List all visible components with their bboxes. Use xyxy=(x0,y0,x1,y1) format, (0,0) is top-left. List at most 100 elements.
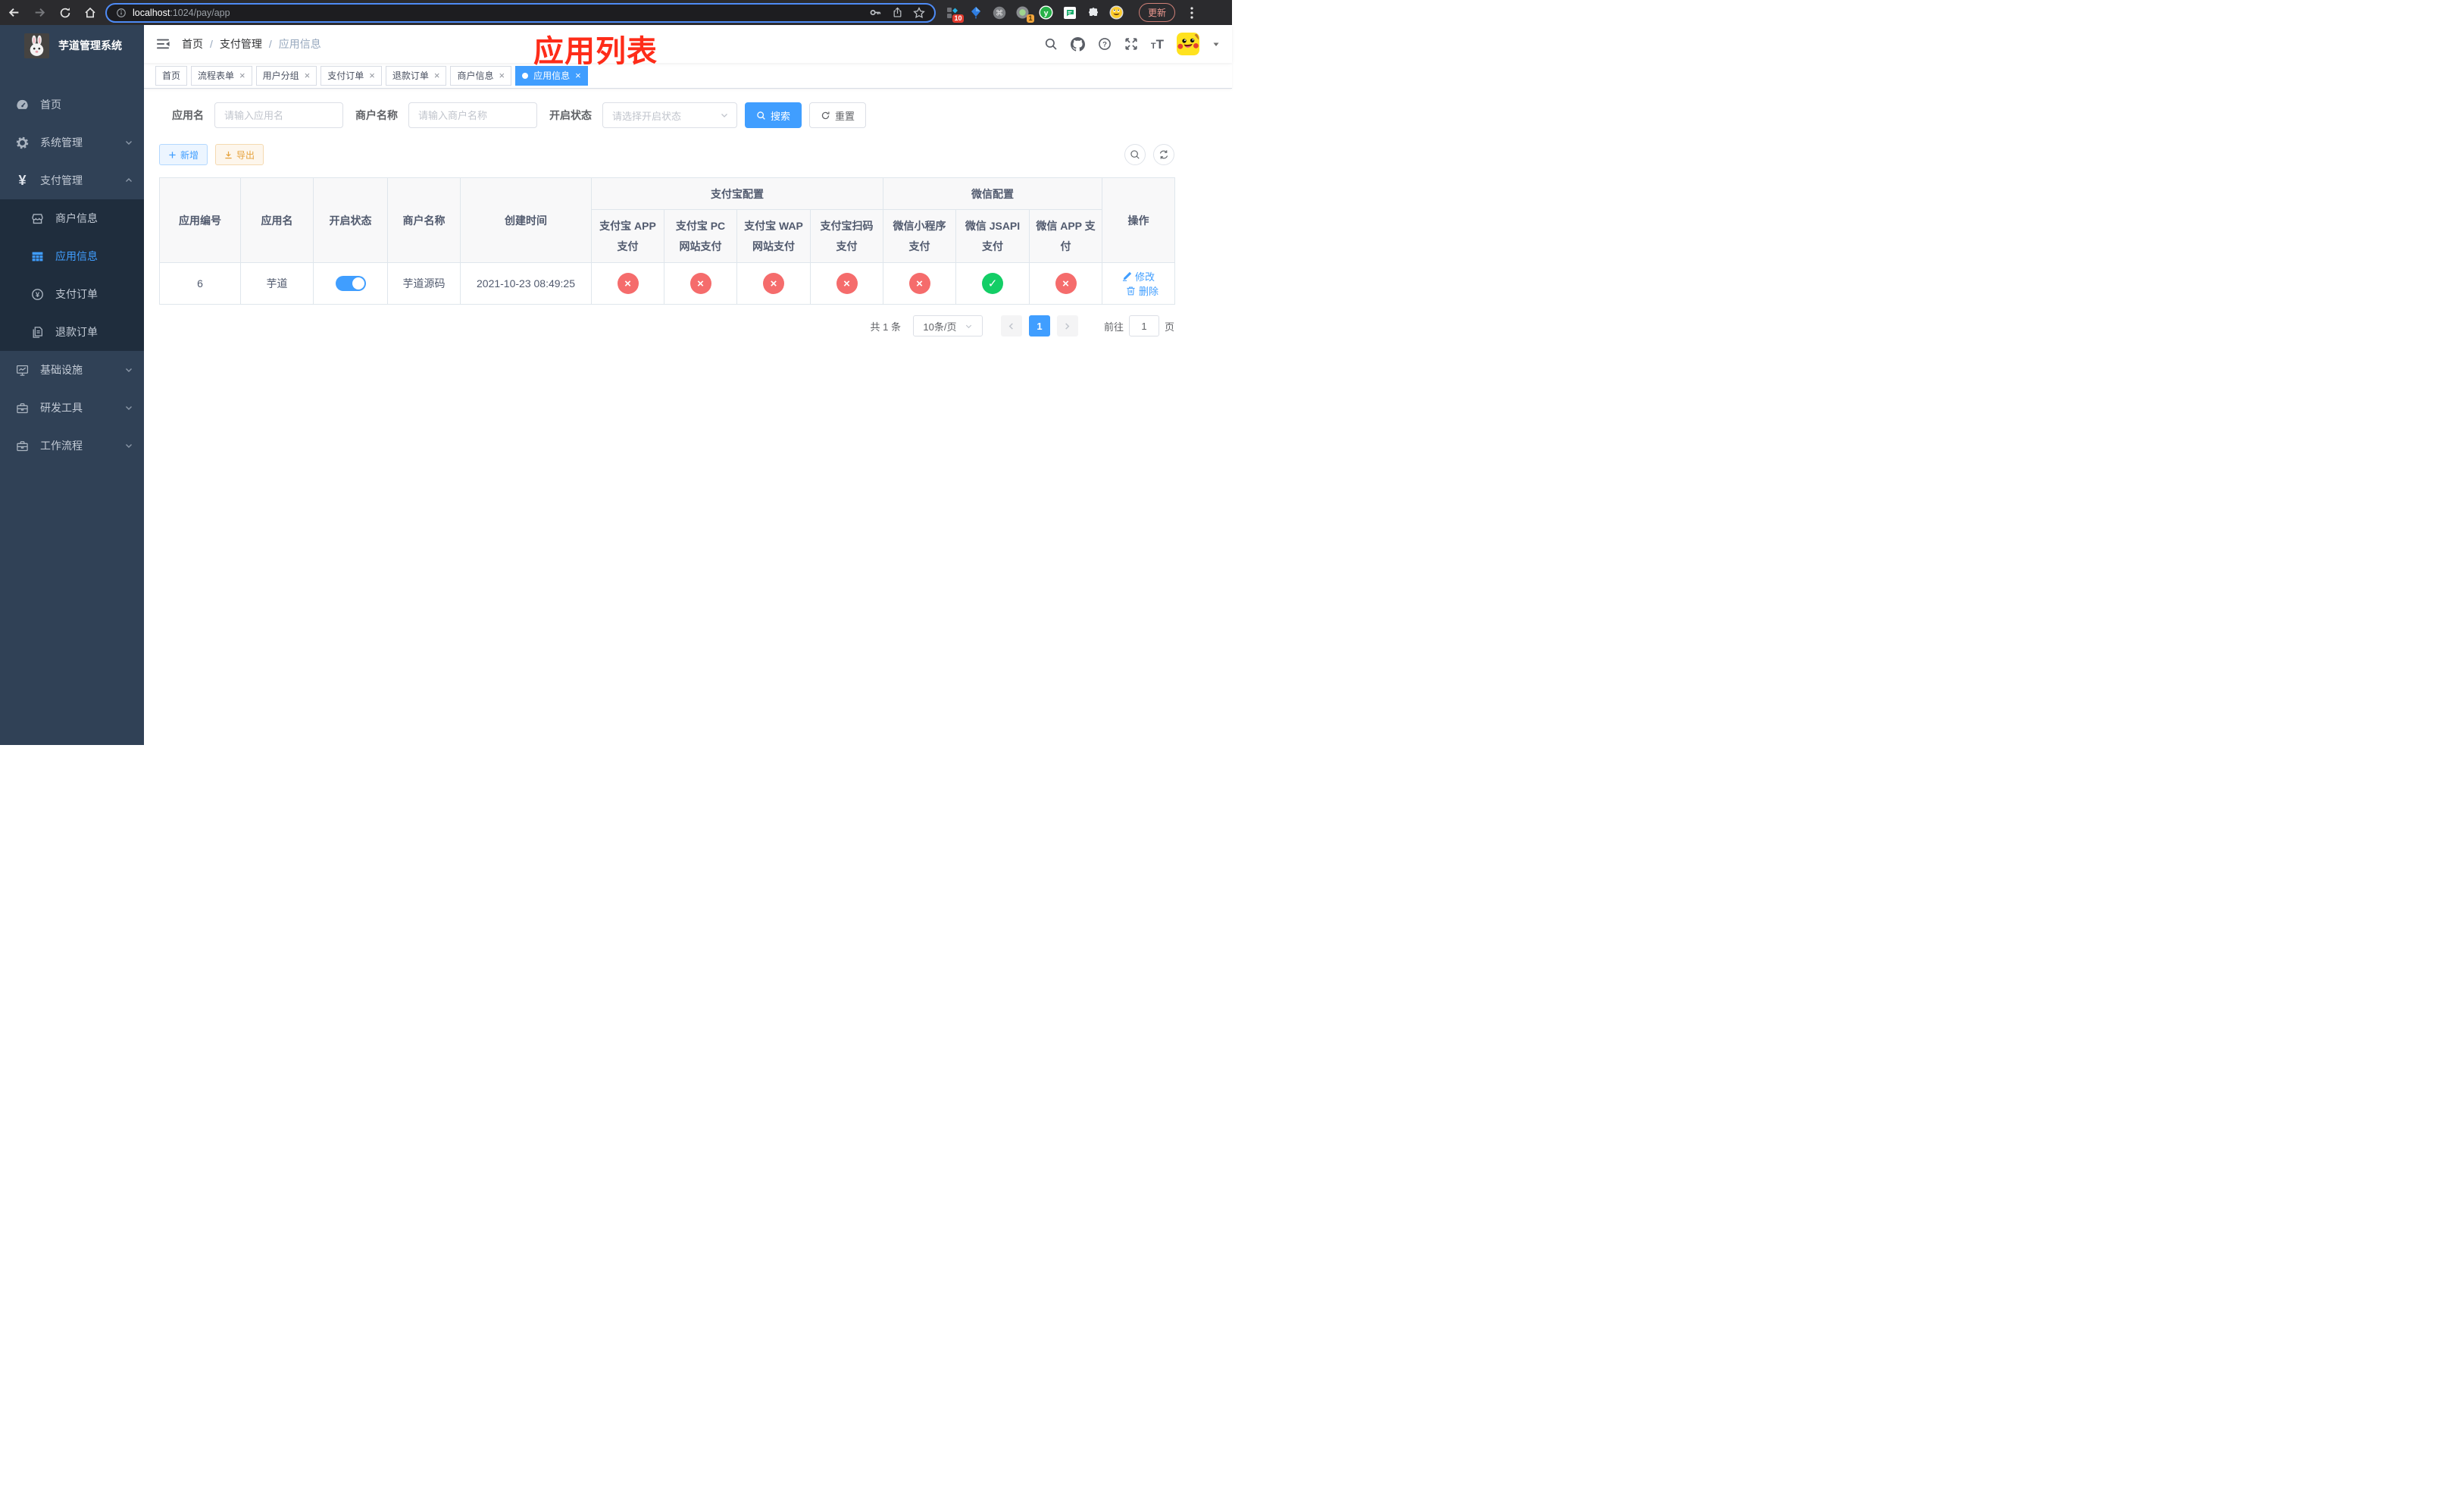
sidebar-item-label: 工作流程 xyxy=(40,440,83,452)
search-button[interactable]: 搜索 xyxy=(745,102,802,128)
merchant-name-input[interactable] xyxy=(408,102,537,128)
yen-icon: ¥ xyxy=(18,173,27,188)
address-bar[interactable]: localhost:1024/pay/app xyxy=(105,2,936,23)
toolbox-icon xyxy=(15,402,30,415)
browser-update-button[interactable]: 更新 xyxy=(1139,3,1176,22)
breadcrumb-payment[interactable]: 支付管理 xyxy=(220,36,262,52)
col-group-wechat: 微信配置 xyxy=(883,177,1102,210)
chevron-down-icon xyxy=(124,365,133,374)
close-icon[interactable]: × xyxy=(434,70,440,80)
search-button-label: 搜索 xyxy=(771,110,791,122)
tab-merchant-info[interactable]: 商户信息 × xyxy=(450,65,512,86)
back-icon[interactable] xyxy=(8,6,20,19)
password-key-icon[interactable] xyxy=(869,6,882,19)
goto-page-input[interactable] xyxy=(1128,315,1159,337)
edit-row-button[interactable]: 修改 xyxy=(1122,269,1155,283)
tab-refund-orders[interactable]: 退款订单 × xyxy=(385,65,447,86)
add-button[interactable]: 新增 xyxy=(159,144,208,165)
github-icon[interactable] xyxy=(1070,36,1085,52)
chevron-down-icon xyxy=(720,111,729,120)
close-icon[interactable]: × xyxy=(239,70,245,80)
sidebar-item-payment[interactable]: ¥ 支付管理 xyxy=(0,161,144,199)
extension-badge: 1 xyxy=(1026,14,1034,23)
extension-kite-icon[interactable] xyxy=(968,5,983,20)
sidebar-item-app-info[interactable]: 应用信息 xyxy=(0,237,144,275)
fullscreen-icon[interactable] xyxy=(1124,37,1138,51)
forward-icon[interactable] xyxy=(33,6,46,19)
avatar-caret-icon[interactable] xyxy=(1212,40,1220,48)
sidebar-item-label: 首页 xyxy=(40,99,61,111)
col-header-merchant: 商户名称 xyxy=(387,177,461,263)
toggle-knob xyxy=(352,277,364,290)
sidebar-item-dev-tools[interactable]: 研发工具 xyxy=(0,389,144,427)
sidebar: 芋道管理系统 首页 系统管理 ¥ 支付管理 商户信息 应用信息 ¥ 支付订单 退… xyxy=(0,25,144,745)
sidebar-item-workflow[interactable]: 工作流程 xyxy=(0,427,144,465)
font-size-icon[interactable]: TT xyxy=(1151,38,1164,51)
row-enabled-toggle[interactable] xyxy=(335,276,366,291)
prev-page-button[interactable] xyxy=(1000,315,1022,337)
status-select[interactable]: 请选择开启状态 xyxy=(602,102,737,128)
extension-tiles-icon[interactable]: 10 xyxy=(945,5,964,23)
add-button-label: 新增 xyxy=(180,149,199,161)
search-icon[interactable] xyxy=(1044,37,1058,51)
app-name-input[interactable] xyxy=(214,102,343,128)
sidebar-item-refund-orders[interactable]: 退款订单 xyxy=(0,313,144,351)
profile-emoji-icon[interactable] xyxy=(1109,5,1124,20)
url-host: localhost xyxy=(133,7,170,18)
edit-pencil-icon xyxy=(1122,271,1132,281)
sidebar-item-home[interactable]: 首页 xyxy=(0,86,144,124)
reset-button-label: 重置 xyxy=(835,110,855,122)
cell-status xyxy=(313,262,388,305)
bookmark-star-icon[interactable] xyxy=(913,6,925,19)
status-label: 开启状态 xyxy=(549,109,592,121)
rabbit-logo-icon xyxy=(24,33,49,58)
help-icon[interactable]: ? xyxy=(1098,37,1112,51)
extension-command-icon[interactable]: ⌘ xyxy=(992,5,1006,20)
breadcrumb-home[interactable]: 首页 xyxy=(182,36,203,52)
refresh-icon xyxy=(821,111,830,121)
trash-icon xyxy=(1126,286,1136,296)
extension-chat-icon[interactable] xyxy=(1062,5,1077,20)
tab-process-form[interactable]: 流程表单 × xyxy=(191,65,252,86)
page-size-select[interactable]: 10条/页 xyxy=(912,315,983,337)
info-icon[interactable] xyxy=(116,8,127,18)
url-path: :1024/pay/app xyxy=(170,7,230,18)
goto-label: 前往 xyxy=(1103,321,1124,333)
tab-pay-orders[interactable]: 支付订单 × xyxy=(321,65,382,86)
tab-user-group[interactable]: 用户分组 × xyxy=(255,65,317,86)
next-page-button[interactable] xyxy=(1056,315,1078,337)
extensions-puzzle-icon[interactable] xyxy=(1086,5,1100,20)
sidebar-item-merchant-info[interactable]: 商户信息 xyxy=(0,199,144,237)
browser-menu-icon[interactable] xyxy=(1190,6,1193,19)
delete-row-button[interactable]: 删除 xyxy=(1126,283,1159,298)
extension-avatar-icon[interactable]: 1 xyxy=(1015,5,1034,23)
sidebar-item-system[interactable]: 系统管理 xyxy=(0,124,144,161)
sidebar-item-label: 应用信息 xyxy=(55,250,98,262)
extension-y-icon[interactable]: y xyxy=(1039,5,1053,20)
sidebar-item-label: 支付订单 xyxy=(55,288,98,300)
sidebar-toggle-icon[interactable] xyxy=(155,36,170,52)
sidebar-item-label: 支付管理 xyxy=(40,174,83,186)
close-icon[interactable]: × xyxy=(369,70,375,80)
toggle-search-button[interactable] xyxy=(1124,144,1146,165)
tab-home[interactable]: 首页 xyxy=(155,65,188,86)
close-icon[interactable]: × xyxy=(305,70,311,80)
reload-icon[interactable] xyxy=(59,7,71,19)
user-avatar[interactable] xyxy=(1177,33,1199,55)
browser-chrome: localhost:1024/pay/app 10 ⌘ 1 y 更新 xyxy=(0,0,1232,25)
col-header-status: 开启状态 xyxy=(313,177,388,263)
refresh-table-button[interactable] xyxy=(1153,144,1174,165)
current-page-button[interactable]: 1 xyxy=(1028,315,1050,337)
sidebar-logo[interactable]: 芋道管理系统 xyxy=(0,25,144,64)
share-icon[interactable] xyxy=(892,7,903,18)
sidebar-item-pay-orders[interactable]: ¥ 支付订单 xyxy=(0,275,144,313)
home-icon[interactable] xyxy=(84,7,96,19)
close-icon[interactable]: × xyxy=(499,70,505,80)
export-button[interactable]: 导出 xyxy=(215,144,264,165)
close-icon[interactable]: × xyxy=(575,70,581,80)
document-icon xyxy=(30,326,45,339)
reset-button[interactable]: 重置 xyxy=(809,102,867,128)
gear-icon xyxy=(15,136,30,149)
sidebar-item-infrastructure[interactable]: 基础设施 xyxy=(0,351,144,389)
table-toolbar: 新增 导出 xyxy=(159,144,1174,165)
